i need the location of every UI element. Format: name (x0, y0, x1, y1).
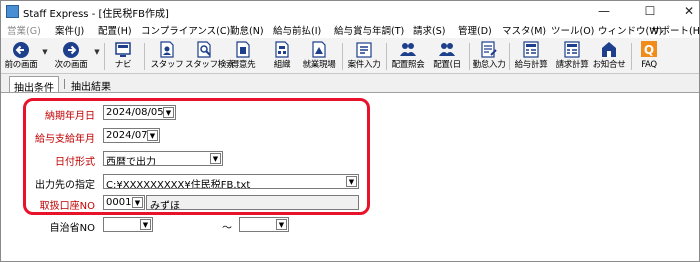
staff-icon (157, 40, 177, 59)
menu-payroll[interactable]: 給与賞与年調(T) (334, 23, 404, 37)
window-title: Staff Express - [住民税FB作成] (23, 9, 169, 20)
back-history-dropdown[interactable]: ▼ (41, 48, 49, 60)
menu-advance-pay[interactable]: 給与前払(I) (273, 23, 321, 37)
tab-extraction-results[interactable]: 抽出結果 (67, 76, 115, 93)
customer-icon (233, 40, 253, 59)
toolbar-forward-label: 次の画面 (54, 60, 88, 70)
tab-divider (64, 79, 65, 89)
menu-attendance[interactable]: 勤怠(N) (230, 23, 264, 37)
minimize-button[interactable]: — (592, 3, 616, 19)
menu-tools[interactable]: ツール(O) (551, 23, 594, 37)
toolbar-customer-label: 得意先 (230, 60, 256, 70)
organization-icon (272, 40, 292, 59)
menu-billing[interactable]: 請求(S) (413, 23, 445, 37)
toolbar-organization-label: 組織 (273, 60, 291, 70)
toolbar-payroll-button[interactable]: 給与計算 (511, 39, 551, 73)
municipality-to-dropdown-icon[interactable]: ▼ (276, 219, 287, 230)
title-bar: Staff Express - [住民税FB作成] — ☐ ✕ (1, 1, 699, 21)
toolbar-navi-label: ナビ (114, 60, 132, 70)
toolbar-billing-label: 請求計算 (555, 60, 589, 70)
toolbar-workplace-button[interactable]: 就業現場 (299, 39, 339, 73)
toolbar-separator (509, 43, 510, 70)
toolbar-staff-label: スタッフ (150, 60, 184, 70)
toolbar-separator (386, 43, 387, 70)
toolbar-separator (631, 43, 632, 70)
attendance-entry-icon (479, 40, 499, 59)
svg-text:Q: Q (644, 43, 654, 57)
toolbar-billing-button[interactable]: 請求計算 (552, 39, 592, 73)
range-separator: ～ (222, 223, 232, 234)
menu-bar: 営業(G) 案件(J) 配置(H) コンプライアンス(C) 勤怠(N) 給与前払… (1, 21, 699, 38)
toolbar-organization-button[interactable]: 組織 (267, 39, 297, 73)
workplace-icon (309, 40, 329, 59)
forward-arrow-icon (61, 40, 81, 59)
tab-bar: 抽出条件 抽出結果 (1, 74, 699, 94)
menu-support[interactable]: サポート(H) (651, 23, 699, 37)
menu-admin[interactable]: 管理(D) (458, 23, 492, 37)
toolbar-separator (469, 43, 470, 70)
faq-icon: Q (639, 40, 659, 59)
toolbar-placement-inquiry-button[interactable]: 配置照会 (388, 39, 428, 73)
toolbar-customer-button[interactable]: 得意先 (227, 39, 259, 73)
menu-master[interactable]: マスタ(M) (502, 23, 546, 37)
app-icon (6, 5, 19, 18)
highlight-annotation (23, 98, 370, 215)
menu-compliance[interactable]: コンプライアンス(C) (141, 23, 230, 37)
tab-extraction-conditions[interactable]: 抽出条件 (9, 76, 59, 94)
forward-history-dropdown[interactable]: ▼ (93, 48, 101, 60)
toolbar-separator (144, 43, 145, 70)
toolbar-separator (104, 43, 105, 70)
toolbar-faq-button[interactable]: Q FAQ (635, 39, 663, 73)
job-entry-icon (354, 40, 374, 59)
toolbar: 前の画面 ▼ 次の画面 ▼ ナビ スタッフ スタッフ検索 得意先 組織 就業現場… (1, 38, 699, 74)
toolbar-job-entry-button[interactable]: 案件入力 (344, 39, 384, 73)
staff-search-icon (195, 40, 215, 59)
toolbar-staff-search-button[interactable]: スタッフ検索 (185, 39, 235, 73)
municipality-label: 自治省NO (49, 223, 95, 234)
menu-placement[interactable]: 配置(H) (98, 23, 132, 37)
toolbar-placement-daily-label: 配置(日 (433, 60, 461, 70)
toolbar-attendance-entry-label: 勤怠入力 (472, 60, 506, 70)
municipality-from-dropdown-icon[interactable]: ▼ (140, 219, 151, 230)
toolbar-forward-button[interactable]: 次の画面 (51, 39, 91, 73)
toolbar-notice-button[interactable]: お知合せ (591, 39, 627, 73)
payroll-icon (521, 40, 541, 59)
toolbar-workplace-label: 就業現場 (302, 60, 336, 70)
billing-icon (562, 40, 582, 59)
toolbar-placement-inquiry-label: 配置照会 (391, 60, 425, 70)
close-button[interactable]: ✕ (677, 3, 699, 19)
app-window: Staff Express - [住民税FB作成] — ☐ ✕ 営業(G) 案件… (0, 0, 700, 262)
placement-inquiry-icon (398, 40, 418, 59)
menu-sales[interactable]: 営業(G) (7, 23, 41, 37)
menu-jobs[interactable]: 案件(J) (55, 23, 84, 37)
toolbar-staff-button[interactable]: スタッフ (150, 39, 184, 73)
toolbar-payroll-label: 給与計算 (514, 60, 548, 70)
toolbar-faq-label: FAQ (641, 60, 657, 70)
toolbar-back-button[interactable]: 前の画面 (3, 39, 39, 73)
placement-daily-icon (437, 40, 457, 59)
toolbar-attendance-entry-button[interactable]: 勤怠入力 (471, 39, 507, 73)
toolbar-placement-daily-button[interactable]: 配置(日 (429, 39, 465, 73)
toolbar-notice-label: お知合せ (592, 60, 626, 70)
municipality-to-select[interactable]: ▼ (239, 217, 289, 232)
toolbar-job-entry-label: 案件入力 (347, 60, 381, 70)
toolbar-back-label: 前の画面 (4, 60, 38, 70)
toolbar-navi-button[interactable]: ナビ (109, 39, 137, 73)
toolbar-separator (342, 43, 343, 70)
notice-icon (599, 40, 619, 59)
maximize-button[interactable]: ☐ (638, 3, 662, 19)
navi-icon (113, 40, 133, 59)
back-arrow-icon (11, 40, 31, 59)
toolbar-staff-search-label: スタッフ検索 (185, 60, 235, 70)
municipality-from-select[interactable]: ▼ (103, 217, 153, 232)
